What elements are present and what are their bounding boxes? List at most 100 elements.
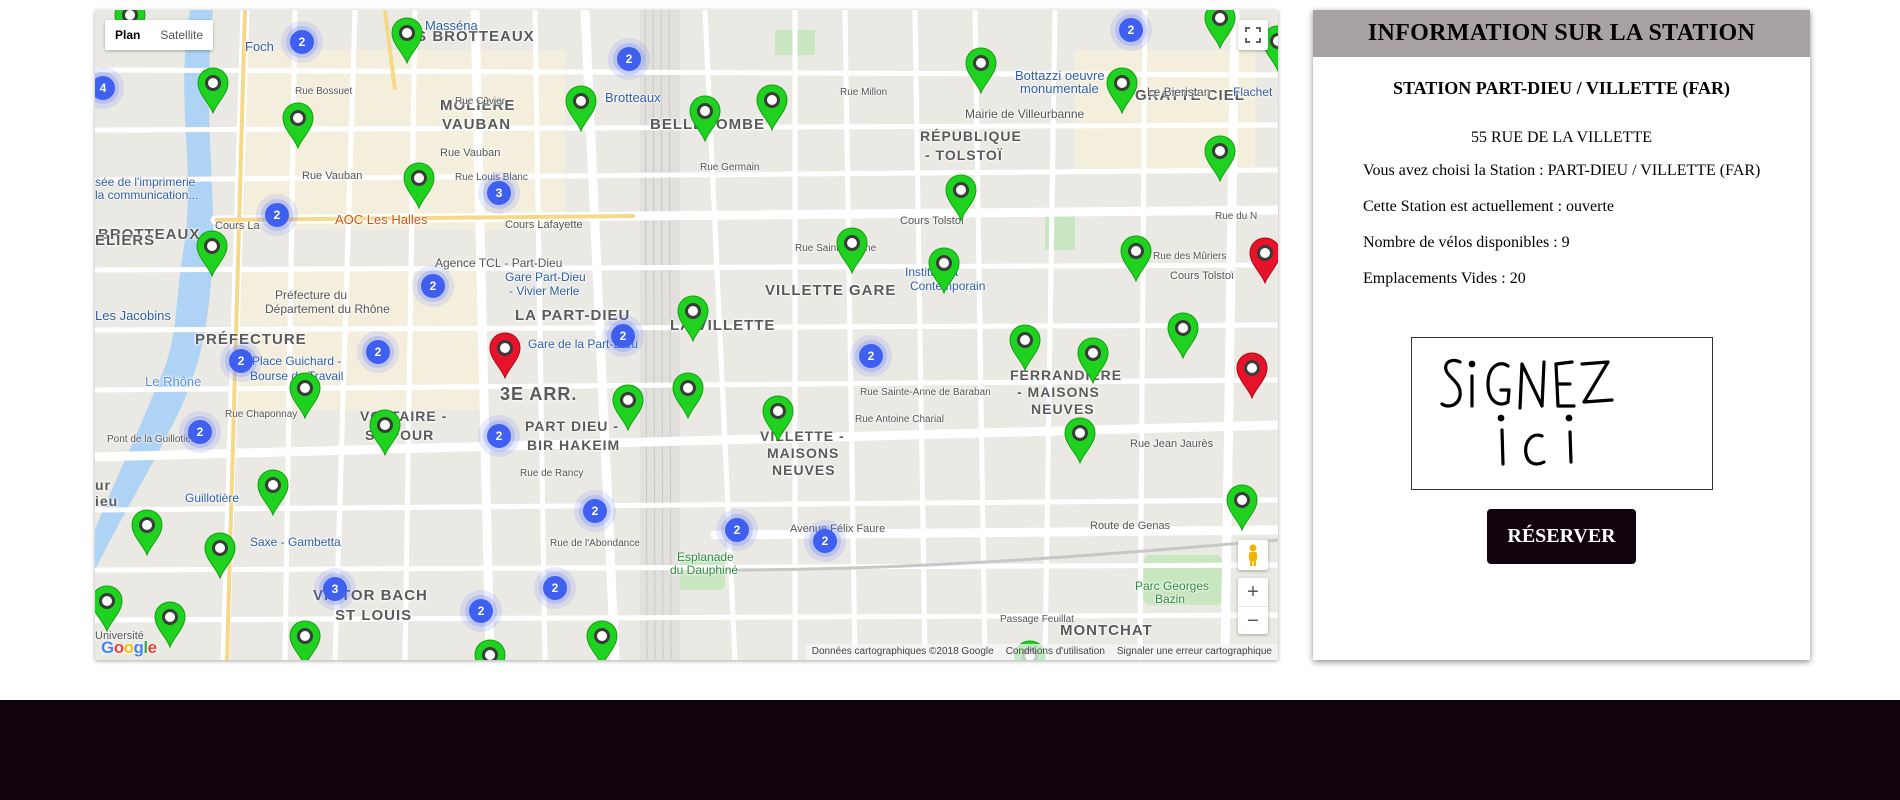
station-cluster-marker[interactable]: 2 (255, 193, 299, 237)
map-label: Cours Tolstoï (1170, 270, 1234, 282)
open-station-pin-icon[interactable] (256, 468, 290, 516)
map-label: Le Bieristan (1147, 85, 1211, 99)
map-label: la communication... (95, 188, 199, 202)
map-attribution: Données cartographiques ©2018 Google Con… (805, 644, 1278, 660)
map-label: Rue de Rancy (520, 468, 584, 479)
zoom-out-button[interactable]: − (1238, 607, 1268, 635)
station-cluster-marker[interactable]: 2 (573, 489, 617, 533)
open-station-pin-icon[interactable] (390, 16, 424, 64)
available-bikes-text: Nombre de vélos disponibles : 9 (1363, 234, 1570, 251)
cluster-count: 2 (238, 354, 245, 368)
open-station-pin-icon[interactable] (1119, 234, 1153, 282)
fullscreen-button[interactable] (1238, 20, 1268, 50)
cluster-count: 2 (430, 279, 437, 293)
station-cluster-marker[interactable]: 2 (533, 566, 577, 610)
station-cluster-marker[interactable]: 2 (715, 508, 759, 552)
map-label: Brotteaux (605, 90, 661, 105)
open-station-pin-icon[interactable] (1076, 336, 1110, 384)
cluster-count: 2 (822, 534, 829, 548)
cluster-count: 2 (620, 329, 627, 343)
open-station-pin-icon[interactable] (368, 408, 402, 456)
open-station-pin-icon[interactable] (203, 531, 237, 579)
terms-link[interactable]: Conditions d'utilisation (1000, 644, 1111, 660)
closed-station-pin-icon[interactable] (1235, 351, 1269, 399)
open-station-pin-icon[interactable] (1203, 134, 1237, 182)
station-cluster-marker[interactable]: 2 (601, 314, 645, 358)
google-logo[interactable]: Google (101, 638, 157, 658)
station-address: 55 RUE DE LA VILLETTE (1470, 129, 1652, 146)
open-station-pin-icon[interactable] (288, 371, 322, 419)
station-cluster-marker[interactable]: 2 (607, 37, 651, 81)
signature-placeholder-drawing (1440, 358, 1614, 466)
station-cluster-marker[interactable]: 2 (411, 264, 455, 308)
street-view-pegman-button[interactable] (1238, 540, 1268, 570)
station-cluster-marker[interactable]: 2 (280, 20, 324, 64)
station-cluster-marker[interactable]: 4 (95, 66, 125, 110)
map-label: Saxe - Gambetta (250, 535, 341, 549)
open-station-pin-icon[interactable] (585, 619, 619, 660)
open-station-pin-icon[interactable] (835, 226, 869, 274)
open-station-pin-icon[interactable] (288, 619, 322, 660)
open-station-pin-icon[interactable] (927, 246, 961, 294)
open-station-pin-icon[interactable] (688, 94, 722, 142)
open-station-pin-icon[interactable] (611, 383, 645, 431)
open-station-pin-icon[interactable] (281, 101, 315, 149)
open-station-pin-icon[interactable] (196, 66, 230, 114)
open-station-pin-icon[interactable] (1008, 323, 1042, 371)
station-cluster-marker[interactable]: 2 (803, 519, 847, 563)
open-station-pin-icon[interactable] (1166, 311, 1200, 359)
map-overlay-layer: LES BROTTEAUXMOLIÈREVAUBANBELLECOMBERÉPU… (95, 10, 1278, 660)
open-station-pin-icon[interactable] (195, 229, 229, 277)
map-label: Rue Bossuet (295, 86, 353, 97)
station-cluster-marker[interactable]: 2 (459, 589, 503, 633)
open-station-pin-icon[interactable] (944, 173, 978, 221)
open-station-pin-icon[interactable] (755, 83, 789, 131)
station-cluster-marker[interactable]: 2 (1109, 10, 1153, 52)
closed-station-pin-icon[interactable] (1248, 236, 1278, 284)
open-station-pin-icon[interactable] (95, 584, 124, 632)
map-data-credit: Données cartographiques ©2018 Google (811, 646, 994, 657)
open-station-pin-icon[interactable] (761, 394, 795, 442)
map-label: Passage Feuillat (1000, 614, 1074, 625)
open-station-pin-icon[interactable] (676, 294, 710, 342)
station-cluster-marker[interactable]: 3 (313, 567, 357, 611)
open-station-pin-icon[interactable] (964, 46, 998, 94)
map-label: Parc Georges (1135, 579, 1210, 593)
cluster-count: 2 (274, 208, 281, 222)
cluster-count: 2 (552, 581, 559, 595)
map-label: Foch (245, 39, 274, 54)
station-status-text: Cette Station est actuellement : ouverte (1363, 198, 1615, 215)
open-station-pin-icon[interactable] (153, 600, 187, 648)
station-cluster-marker[interactable]: 2 (356, 330, 400, 374)
closed-station-pin-icon[interactable] (488, 331, 522, 379)
open-station-pin-icon[interactable] (1203, 10, 1237, 49)
open-station-pin-icon[interactable] (671, 371, 705, 419)
open-station-pin-icon[interactable] (1105, 66, 1139, 114)
station-cluster-marker[interactable]: 2 (178, 410, 222, 454)
station-cluster-marker[interactable]: 2 (219, 339, 263, 383)
open-station-pin-icon[interactable] (130, 508, 164, 556)
report-error-link[interactable]: Signaler une erreur cartographique (1111, 644, 1278, 660)
chosen-station-text: Vous avez choisi la Station : PART-DIEU … (1363, 162, 1761, 179)
map-label: Rue du N (1215, 211, 1258, 222)
station-cluster-marker[interactable]: 2 (849, 334, 893, 378)
map-label: Rue Chaponnay (225, 409, 298, 420)
station-map[interactable]: LES BROTTEAUXMOLIÈREVAUBANBELLECOMBERÉPU… (95, 10, 1278, 660)
map-label: Bazin (1155, 592, 1186, 606)
pegman-icon (1249, 544, 1257, 566)
open-station-pin-icon[interactable] (473, 638, 507, 660)
zoom-in-button[interactable]: + (1238, 578, 1268, 607)
station-name: STATION PART-DIEU / VILLETTE (FAR) (1392, 78, 1731, 98)
station-cluster-marker[interactable]: 3 (477, 171, 521, 215)
open-station-pin-icon[interactable] (564, 84, 598, 132)
signature-canvas[interactable] (1411, 337, 1713, 490)
station-cluster-marker[interactable]: 2 (477, 414, 521, 458)
open-station-pin-icon[interactable] (1063, 416, 1097, 464)
reserve-button[interactable]: RÉSERVER (1487, 509, 1636, 564)
map-type-satellite-button[interactable]: Satellite (150, 20, 213, 50)
open-station-pin-icon[interactable] (1225, 483, 1259, 531)
map-type-plan-button[interactable]: Plan (105, 20, 150, 50)
open-station-pin-icon[interactable] (402, 161, 436, 209)
map-label: Rue de l'Abondance (550, 538, 640, 549)
empty-slots-text: Emplacements Vides : 20 (1363, 270, 1526, 287)
